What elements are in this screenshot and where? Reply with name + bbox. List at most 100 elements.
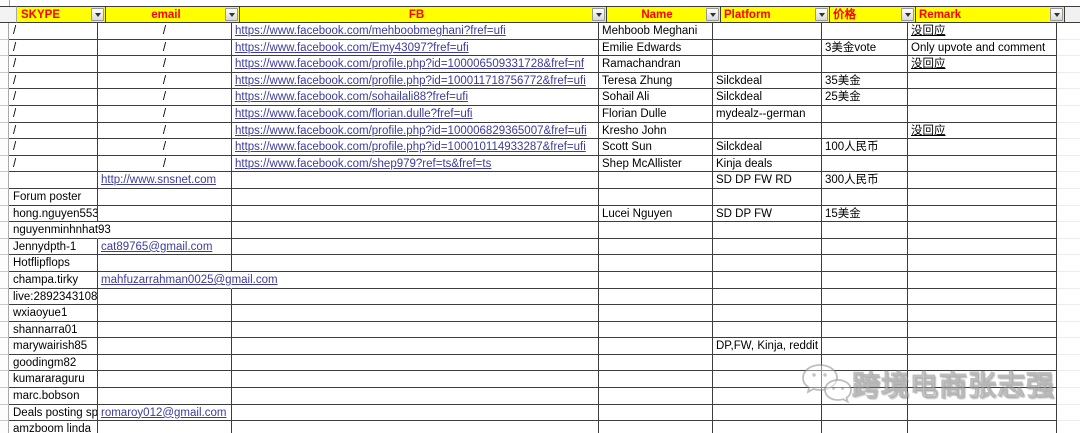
cell-email[interactable]	[98, 421, 232, 433]
cell-name[interactable]	[599, 238, 713, 256]
cell-remark[interactable]	[908, 155, 1057, 173]
cell-price[interactable]	[822, 421, 908, 433]
row-number-cell[interactable]	[0, 105, 9, 123]
cell-empty[interactable]	[1057, 23, 1080, 40]
cell-fb-link[interactable]: https://www.facebook.com/profile.php?id=…	[232, 56, 599, 73]
cell-empty[interactable]	[1057, 421, 1080, 433]
cell-skype[interactable]: /	[9, 39, 98, 57]
cell-price[interactable]: 35美金	[822, 72, 908, 90]
cell-empty[interactable]	[1057, 156, 1080, 173]
cell-remark[interactable]	[908, 172, 1057, 189]
cell-name[interactable]	[599, 371, 713, 389]
row-number-cell[interactable]	[0, 371, 9, 389]
cell-skype[interactable]: hong.nguyen553	[9, 205, 98, 223]
filter-button[interactable]	[91, 8, 104, 21]
cell-remark[interactable]	[908, 371, 1057, 389]
cell-remark[interactable]	[908, 271, 1057, 289]
cell-name[interactable]: Sohail Ali	[599, 89, 713, 106]
cell-empty[interactable]	[1057, 255, 1080, 272]
row-number-cell[interactable]	[0, 305, 9, 322]
cell-empty[interactable]	[1057, 272, 1080, 289]
cell-skype[interactable]: Forum poster	[9, 188, 98, 206]
cell-remark[interactable]	[908, 305, 1057, 322]
cell-empty[interactable]	[1057, 40, 1080, 57]
cell-platform[interactable]	[713, 39, 822, 57]
cell-email[interactable]	[98, 288, 232, 306]
cell-fb-link[interactable]	[232, 321, 599, 339]
cell-fb-link[interactable]	[232, 205, 599, 223]
cell-email[interactable]	[98, 205, 232, 223]
cell-platform[interactable]	[713, 188, 822, 206]
cell-remark[interactable]: 没回应	[908, 122, 1057, 140]
cell-platform[interactable]	[713, 271, 822, 289]
cell-platform[interactable]	[713, 421, 822, 433]
column-header-price[interactable]: 价格	[830, 6, 916, 23]
cell-price[interactable]	[822, 305, 908, 322]
cell-platform[interactable]	[713, 238, 822, 256]
cell-name[interactable]	[599, 255, 713, 272]
filter-button[interactable]	[706, 8, 719, 21]
cell-remark[interactable]	[908, 388, 1057, 405]
cell-skype[interactable]: champa.tirky	[9, 271, 98, 289]
cell-platform[interactable]	[713, 23, 822, 40]
cell-fb-link[interactable]	[232, 305, 599, 322]
cell-remark[interactable]: 没回应	[908, 56, 1057, 73]
cell-remark[interactable]	[908, 222, 1057, 239]
cell-remark[interactable]	[908, 338, 1057, 355]
cell-skype[interactable]: /	[9, 23, 98, 40]
cell-name[interactable]: Lucei Nguyen	[599, 205, 713, 223]
cell-remark[interactable]: 没回应	[908, 23, 1057, 40]
cell-fb-link[interactable]: https://www.facebook.com/Emy43097?fref=u…	[232, 39, 599, 57]
cell-platform[interactable]: Silckdeal	[713, 89, 822, 106]
cell-price[interactable]: 300人民币	[822, 172, 908, 189]
cell-platform[interactable]	[713, 321, 822, 339]
cell-skype[interactable]: kumararaguru	[9, 371, 98, 389]
cell-price[interactable]: 3美金vote	[822, 39, 908, 57]
cell-remark[interactable]	[908, 421, 1057, 433]
cell-platform[interactable]: DP,FW, Kinja, reddit	[713, 338, 822, 355]
row-header-corner[interactable]	[0, 6, 17, 23]
filter-button[interactable]	[592, 8, 605, 21]
cell-platform[interactable]: Kinja deals	[713, 155, 822, 173]
cell-fb-link[interactable]	[232, 371, 599, 389]
cell-platform[interactable]	[713, 388, 822, 405]
row-number-cell[interactable]	[0, 288, 9, 306]
row-number-cell[interactable]	[0, 23, 9, 40]
cell-email[interactable]: mahfuzarrahman0025@gmail.com	[98, 272, 278, 289]
cell-remark[interactable]	[908, 139, 1057, 156]
cell-name[interactable]	[599, 404, 713, 422]
cell-remark[interactable]	[908, 255, 1057, 272]
cell-skype[interactable]: /	[9, 139, 98, 156]
row-number-cell[interactable]	[0, 354, 9, 372]
cell-remark[interactable]	[908, 105, 1057, 123]
row-number-cell[interactable]	[0, 205, 9, 223]
cell-email[interactable]	[98, 222, 232, 239]
row-number-cell[interactable]	[0, 89, 9, 106]
cell-name[interactable]: Shep McAllister	[599, 155, 713, 173]
cell-price[interactable]	[822, 371, 908, 389]
row-number-cell[interactable]	[0, 139, 9, 156]
cell-price[interactable]	[822, 388, 908, 405]
cell-platform[interactable]	[713, 255, 822, 272]
cell-fb-link[interactable]	[232, 404, 599, 422]
cell-empty[interactable]	[1057, 289, 1080, 306]
cell-fb-link[interactable]	[232, 288, 599, 306]
cell-platform[interactable]: SD DP FW RD	[713, 172, 822, 189]
cell-email[interactable]: /	[98, 72, 232, 90]
cell-email[interactable]	[98, 354, 232, 372]
cell-empty[interactable]	[1057, 388, 1080, 405]
cell-skype[interactable]: marc.bobson	[9, 388, 98, 405]
cell-name[interactable]: Teresa Zhung	[599, 72, 713, 90]
cell-remark[interactable]	[908, 89, 1057, 106]
cell-name[interactable]	[599, 421, 713, 433]
cell-email[interactable]	[98, 338, 232, 355]
cell-empty[interactable]	[1057, 139, 1080, 156]
row-number-cell[interactable]	[0, 56, 9, 73]
cell-skype[interactable]: marywairish85	[9, 338, 98, 355]
cell-price[interactable]: 25美金	[822, 89, 908, 106]
cell-platform[interactable]: SD DP FW	[713, 205, 822, 223]
cell-price[interactable]: 15美金	[822, 205, 908, 223]
cell-email[interactable]: /	[98, 56, 232, 73]
cell-name[interactable]: Mehboob Meghani	[599, 23, 713, 40]
cell-price[interactable]	[822, 23, 908, 40]
